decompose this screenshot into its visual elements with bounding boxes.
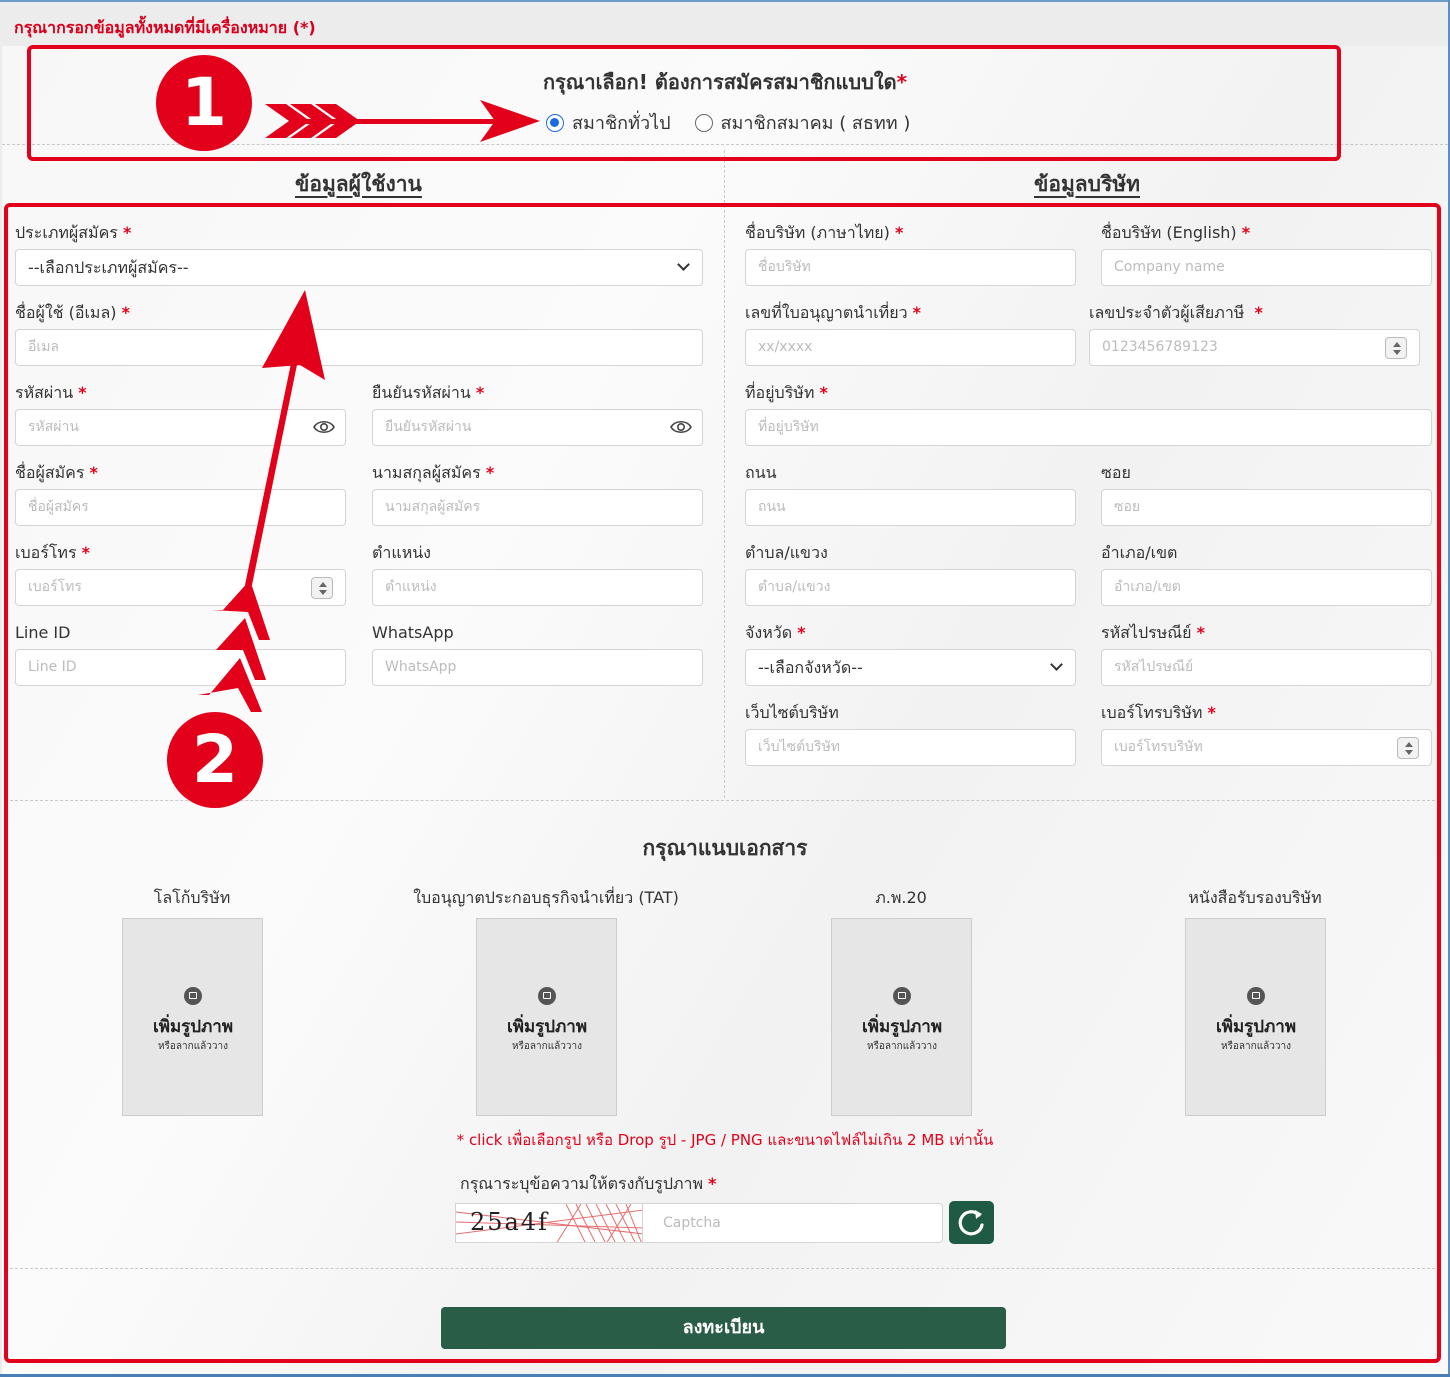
annotation-arrow-1 (265, 100, 540, 142)
annotation-arrows (198, 100, 540, 712)
annotation-arrow-2 (198, 290, 325, 712)
